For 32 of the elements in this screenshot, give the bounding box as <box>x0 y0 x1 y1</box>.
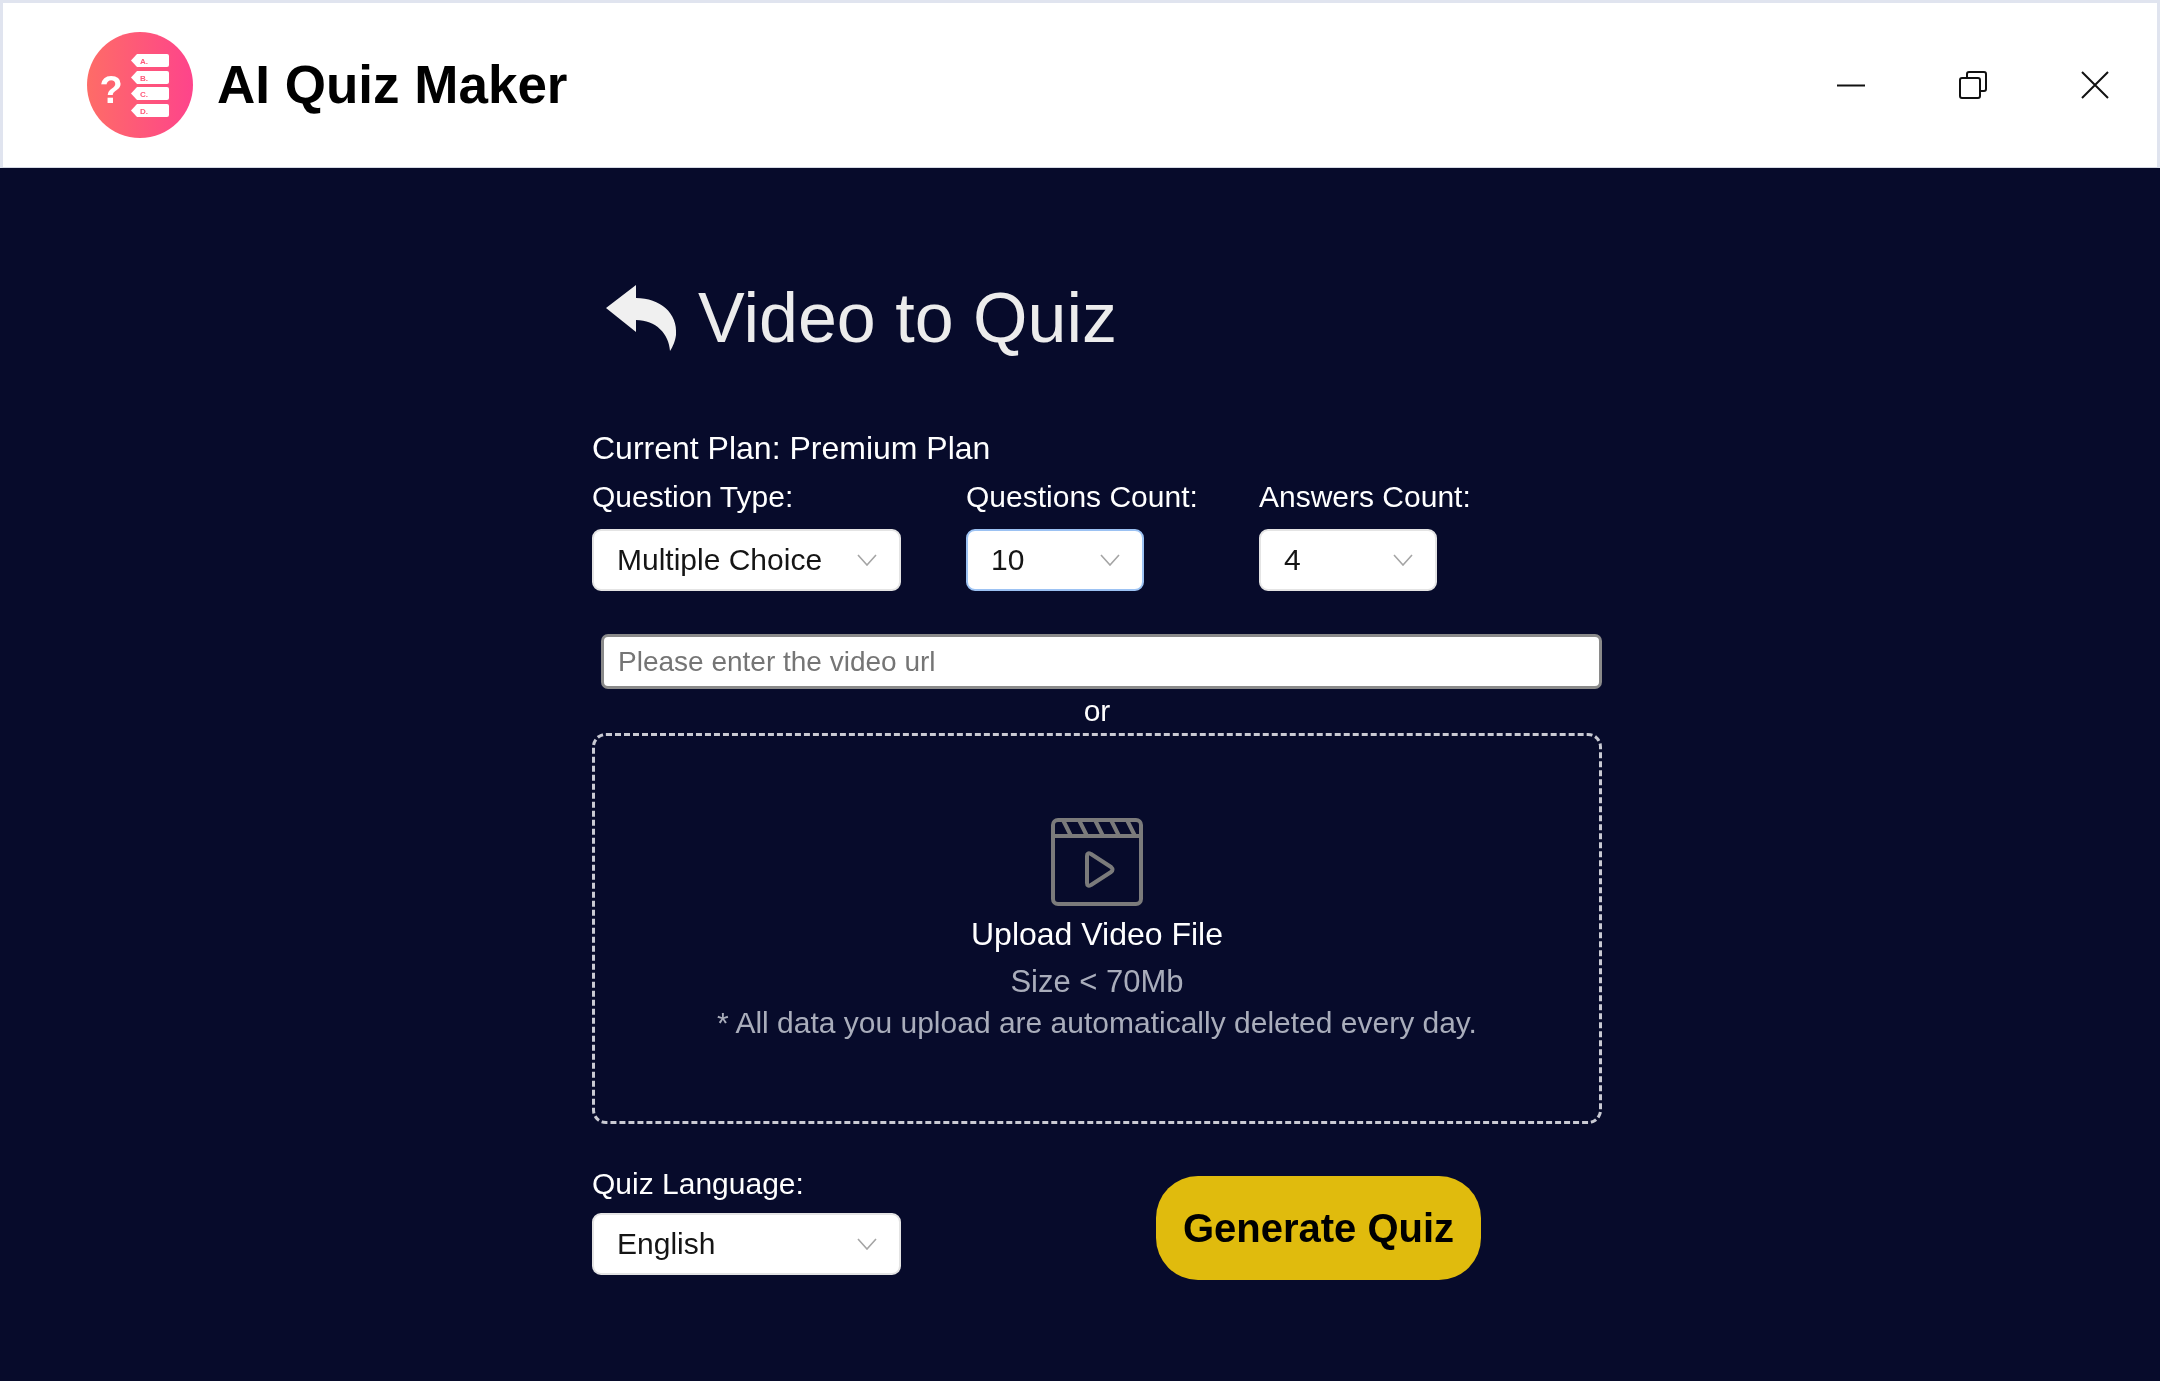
app-title: AI Quiz Maker <box>217 54 568 117</box>
field-label: Questions Count: <box>966 479 1198 515</box>
chevron-down-icon <box>1393 554 1413 566</box>
logo-option-letter: C. <box>140 90 148 99</box>
back-arrow-icon <box>606 285 678 351</box>
field-label: Answers Count: <box>1259 479 1471 515</box>
current-plan-text: Current Plan: Premium Plan <box>592 429 991 467</box>
logo-option-letter: B. <box>140 74 148 83</box>
upload-drop-zone[interactable]: Upload Video File Size < 70Mb * All data you upload are automatically deleted every day. <box>592 733 1602 1124</box>
dropdown[interactable]: 4 <box>1259 529 1437 591</box>
chevron-down-icon <box>857 554 877 566</box>
chevron-down-icon <box>1100 554 1120 566</box>
upload-note-text: * All data you upload are automatically deleted every day. <box>717 1005 1477 1041</box>
restore-icon <box>1959 71 1987 99</box>
video-clapperboard-icon <box>1051 818 1143 906</box>
video-url-input[interactable]: Please enter the video url <box>601 634 1602 689</box>
back-button[interactable] <box>606 285 678 351</box>
dropdown[interactable]: 10 <box>966 529 1144 591</box>
close-icon <box>2081 71 2109 99</box>
chevron-down-icon <box>857 1237 877 1250</box>
dropdown[interactable]: Multiple Choice <box>592 529 901 591</box>
size-limit-text: Size < 70Mb <box>1010 963 1184 1000</box>
field-label: Question Type: <box>592 479 794 515</box>
minimize-icon <box>1837 83 1865 87</box>
or-separator-text: or <box>1083 694 1111 727</box>
logo-option-letter: A. <box>140 57 148 66</box>
logo-option-letter: D. <box>140 107 148 116</box>
field-label: Quiz Language: <box>592 1165 804 1202</box>
dropdown[interactable]: English <box>592 1212 901 1275</box>
logo-question-mark: ? <box>99 69 123 111</box>
upload-title: Upload Video File <box>971 915 1223 953</box>
generate-quiz-button[interactable]: Generate Quiz <box>1156 1176 1481 1280</box>
